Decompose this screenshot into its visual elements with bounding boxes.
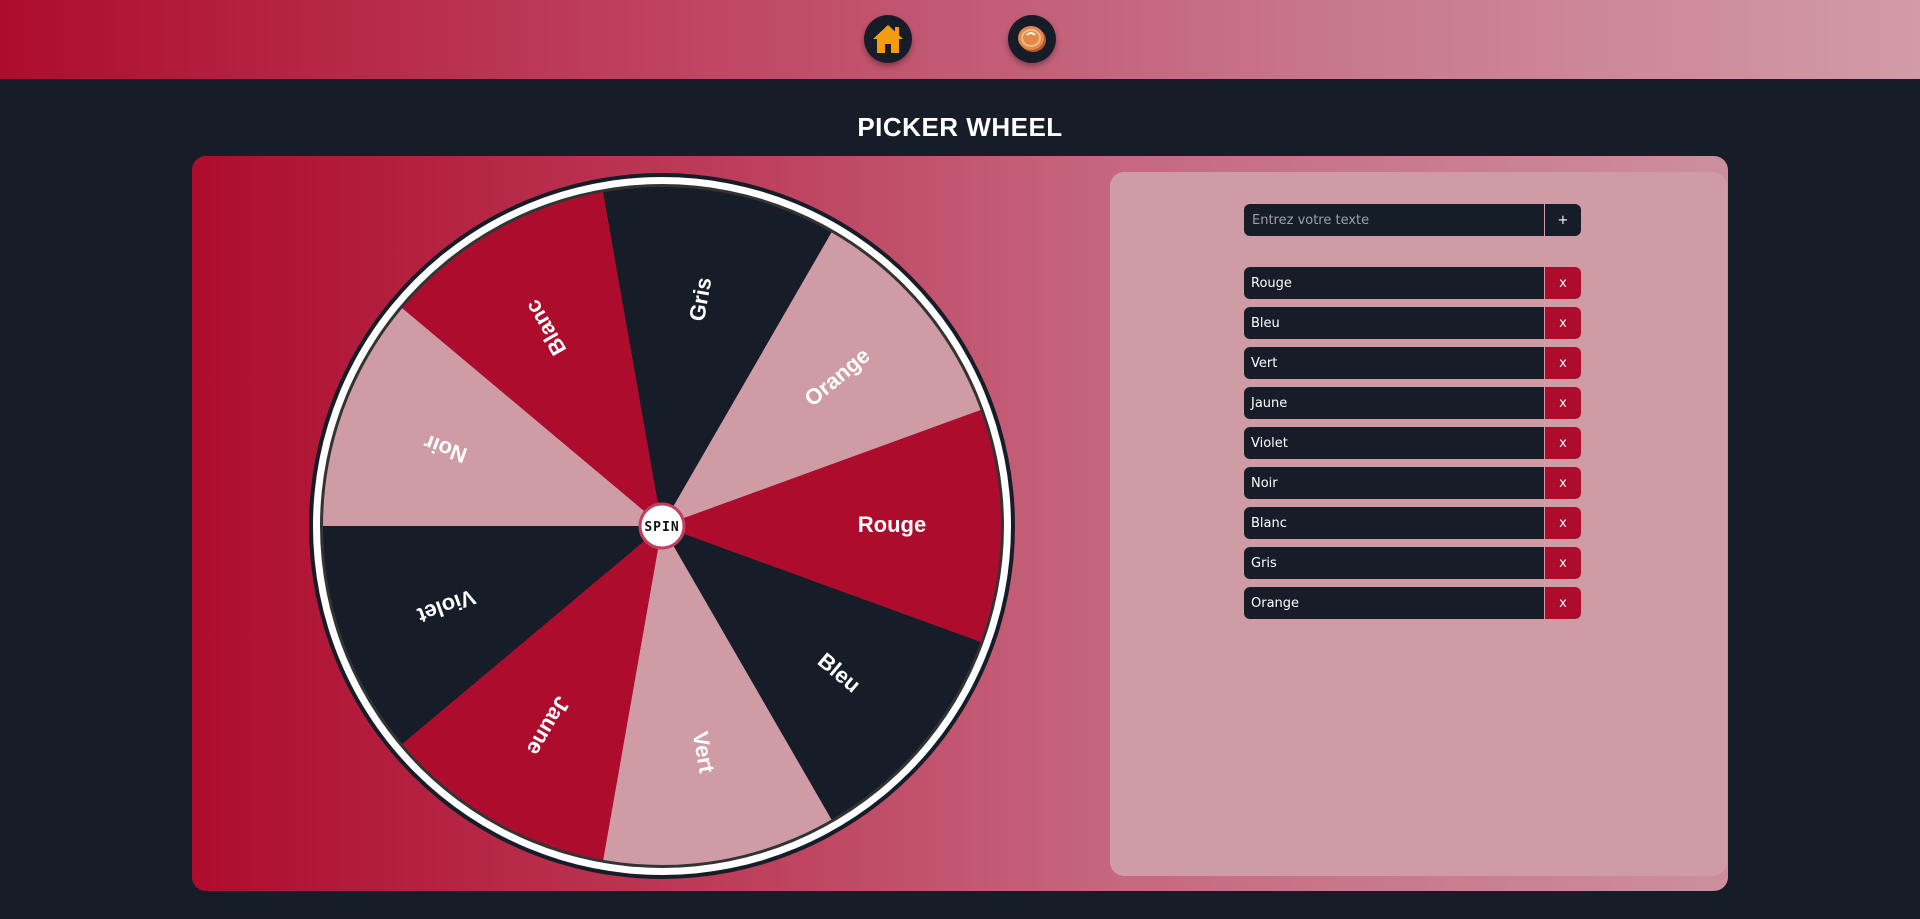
list-item: Violet x <box>1244 427 1581 459</box>
entry-text[interactable]: Vert <box>1244 347 1544 379</box>
add-entry-button[interactable]: + <box>1545 204 1581 236</box>
remove-entry-button[interactable]: x <box>1545 307 1581 339</box>
entry-text[interactable]: Orange <box>1244 587 1544 619</box>
coin-button[interactable] <box>1008 15 1056 63</box>
picker-wheel[interactable]: RougeBleuVertJauneVioletNoirBlanc GrisOra… <box>306 170 1018 882</box>
wheel-panel: Rouge Bleu Vert Jaune Violet Noir Blanc Gris Ora… <box>192 156 1728 891</box>
wheel-segment-label: Rouge <box>858 512 926 537</box>
remove-entry-button[interactable]: x <box>1545 267 1581 299</box>
remove-entry-button[interactable]: x <box>1545 467 1581 499</box>
entry-list: Rouge x Bleu x Vert x Jaune x Violet x N… <box>1244 267 1581 627</box>
entry-text[interactable]: Noir <box>1244 467 1544 499</box>
add-entry-row: + <box>1244 204 1581 236</box>
list-item: Orange x <box>1244 587 1581 619</box>
spin-button[interactable]: SPIN <box>638 502 686 550</box>
remove-entry-button[interactable]: x <box>1545 347 1581 379</box>
entry-text[interactable]: Violet <box>1244 427 1544 459</box>
remove-entry-button[interactable]: x <box>1545 387 1581 419</box>
home-icon <box>873 25 903 53</box>
page-title: PICKER WHEEL <box>857 112 1063 142</box>
list-item: Jaune x <box>1244 387 1581 419</box>
list-item: Rouge x <box>1244 267 1581 299</box>
list-item: Noir x <box>1244 467 1581 499</box>
entry-text-input[interactable] <box>1244 204 1544 236</box>
entry-text[interactable]: Jaune <box>1244 387 1544 419</box>
entry-text[interactable]: Bleu <box>1244 307 1544 339</box>
spin-button-label[interactable]: SPIN <box>644 520 679 535</box>
home-button[interactable] <box>864 15 912 63</box>
entries-panel: + Rouge x Bleu x Vert x Jaune x Violet x <box>1110 172 1727 876</box>
entry-text[interactable]: Gris <box>1244 547 1544 579</box>
list-item: Gris x <box>1244 547 1581 579</box>
entry-text[interactable]: Rouge <box>1244 267 1544 299</box>
remove-entry-button[interactable]: x <box>1545 587 1581 619</box>
remove-entry-button[interactable]: x <box>1545 547 1581 579</box>
top-navbar <box>0 0 1920 79</box>
remove-entry-button[interactable]: x <box>1545 507 1581 539</box>
coin-icon <box>1018 26 1046 52</box>
entry-text[interactable]: Blanc <box>1244 507 1544 539</box>
list-item: Vert x <box>1244 347 1581 379</box>
list-item: Bleu x <box>1244 307 1581 339</box>
remove-entry-button[interactable]: x <box>1545 427 1581 459</box>
list-item: Blanc x <box>1244 507 1581 539</box>
